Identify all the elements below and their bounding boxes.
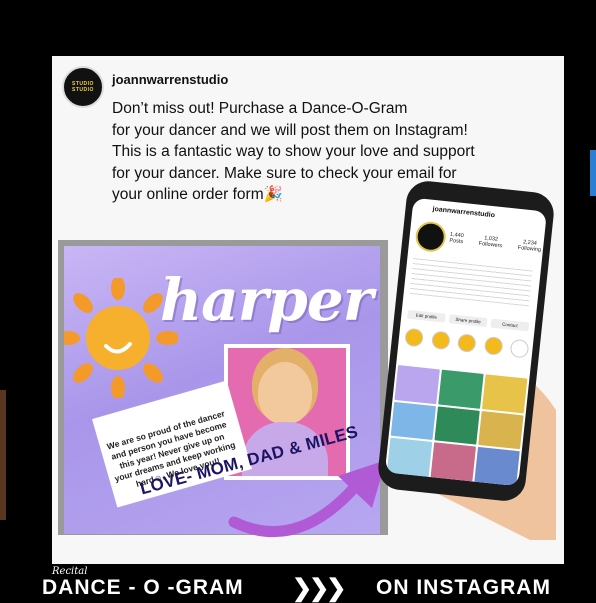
ig-grid-post[interactable] <box>482 374 528 414</box>
ig-post-grid <box>386 365 528 487</box>
edge-strip-right <box>590 150 596 196</box>
ig-highlight[interactable] <box>483 335 504 356</box>
ig-grid-post[interactable] <box>430 442 476 482</box>
caption-line: for your dancer and we will post them on… <box>112 121 468 139</box>
chevrons-right-icon: ❯❯❯ <box>292 575 346 602</box>
dancer-face <box>258 362 312 424</box>
ig-highlights <box>404 327 530 359</box>
caption-line: This is a fantastic way to show your lov… <box>112 143 475 160</box>
caption-line: Don’t miss out! Purchase a Dance-O-Gram <box>112 100 408 117</box>
edge-strip-left <box>0 390 6 520</box>
ig-highlight-new[interactable] <box>509 338 530 359</box>
ig-profile-avatar[interactable] <box>414 220 448 254</box>
ig-grid-post[interactable] <box>434 406 480 445</box>
ig-highlight[interactable] <box>456 333 477 353</box>
ig-grid-post[interactable] <box>478 410 524 450</box>
post-username[interactable]: joannwarrenstudio <box>112 72 228 87</box>
ig-grid-post[interactable] <box>438 369 484 409</box>
ig-stat-followers[interactable]: 1,032 Followers <box>478 235 503 249</box>
banner-right-text: ON INSTAGRAM <box>376 576 551 599</box>
ig-profile-username[interactable]: joannwarrenstudio <box>432 206 495 220</box>
studio-avatar[interactable]: STUDIO STUDIO <box>62 66 104 108</box>
ig-bio <box>409 254 534 307</box>
ig-grid-post[interactable] <box>394 365 440 404</box>
banner-left-text: DANCE - O -GRAM <box>42 576 244 599</box>
dancer-name: harper <box>160 266 373 334</box>
instagram-post-graphic: STUDIO STUDIO joannwarrenstudio Don’t mi… <box>0 0 596 603</box>
bottom-banner: Recital DANCE - O -GRAM ❯❯❯ ON INSTAGRAM <box>0 566 596 603</box>
ig-highlight[interactable] <box>404 327 424 348</box>
ig-grid-post[interactable] <box>474 447 520 487</box>
ig-grid-post[interactable] <box>390 401 437 441</box>
ig-edit-profile-button[interactable]: Edit profile <box>407 309 446 323</box>
avatar-text-2: STUDIO <box>72 87 94 93</box>
ig-contact-button[interactable]: Contact <box>490 318 530 332</box>
caption-line: for your dancer. Make sure to check your… <box>112 164 457 182</box>
instagram-profile-screen: joannwarrenstudio 1,440 Posts 1,032 Follow… <box>384 197 547 487</box>
ig-stat-following[interactable]: 2,234 Following <box>517 239 541 253</box>
ig-grid-post[interactable] <box>386 437 433 477</box>
ig-share-profile-button[interactable]: Share profile <box>448 314 488 328</box>
ig-stat-posts[interactable]: 1,440 Posts <box>449 232 464 245</box>
ig-stats: 1,440 Posts 1,032 Followers 2,234 Following <box>449 232 542 254</box>
ig-highlight[interactable] <box>430 330 451 351</box>
